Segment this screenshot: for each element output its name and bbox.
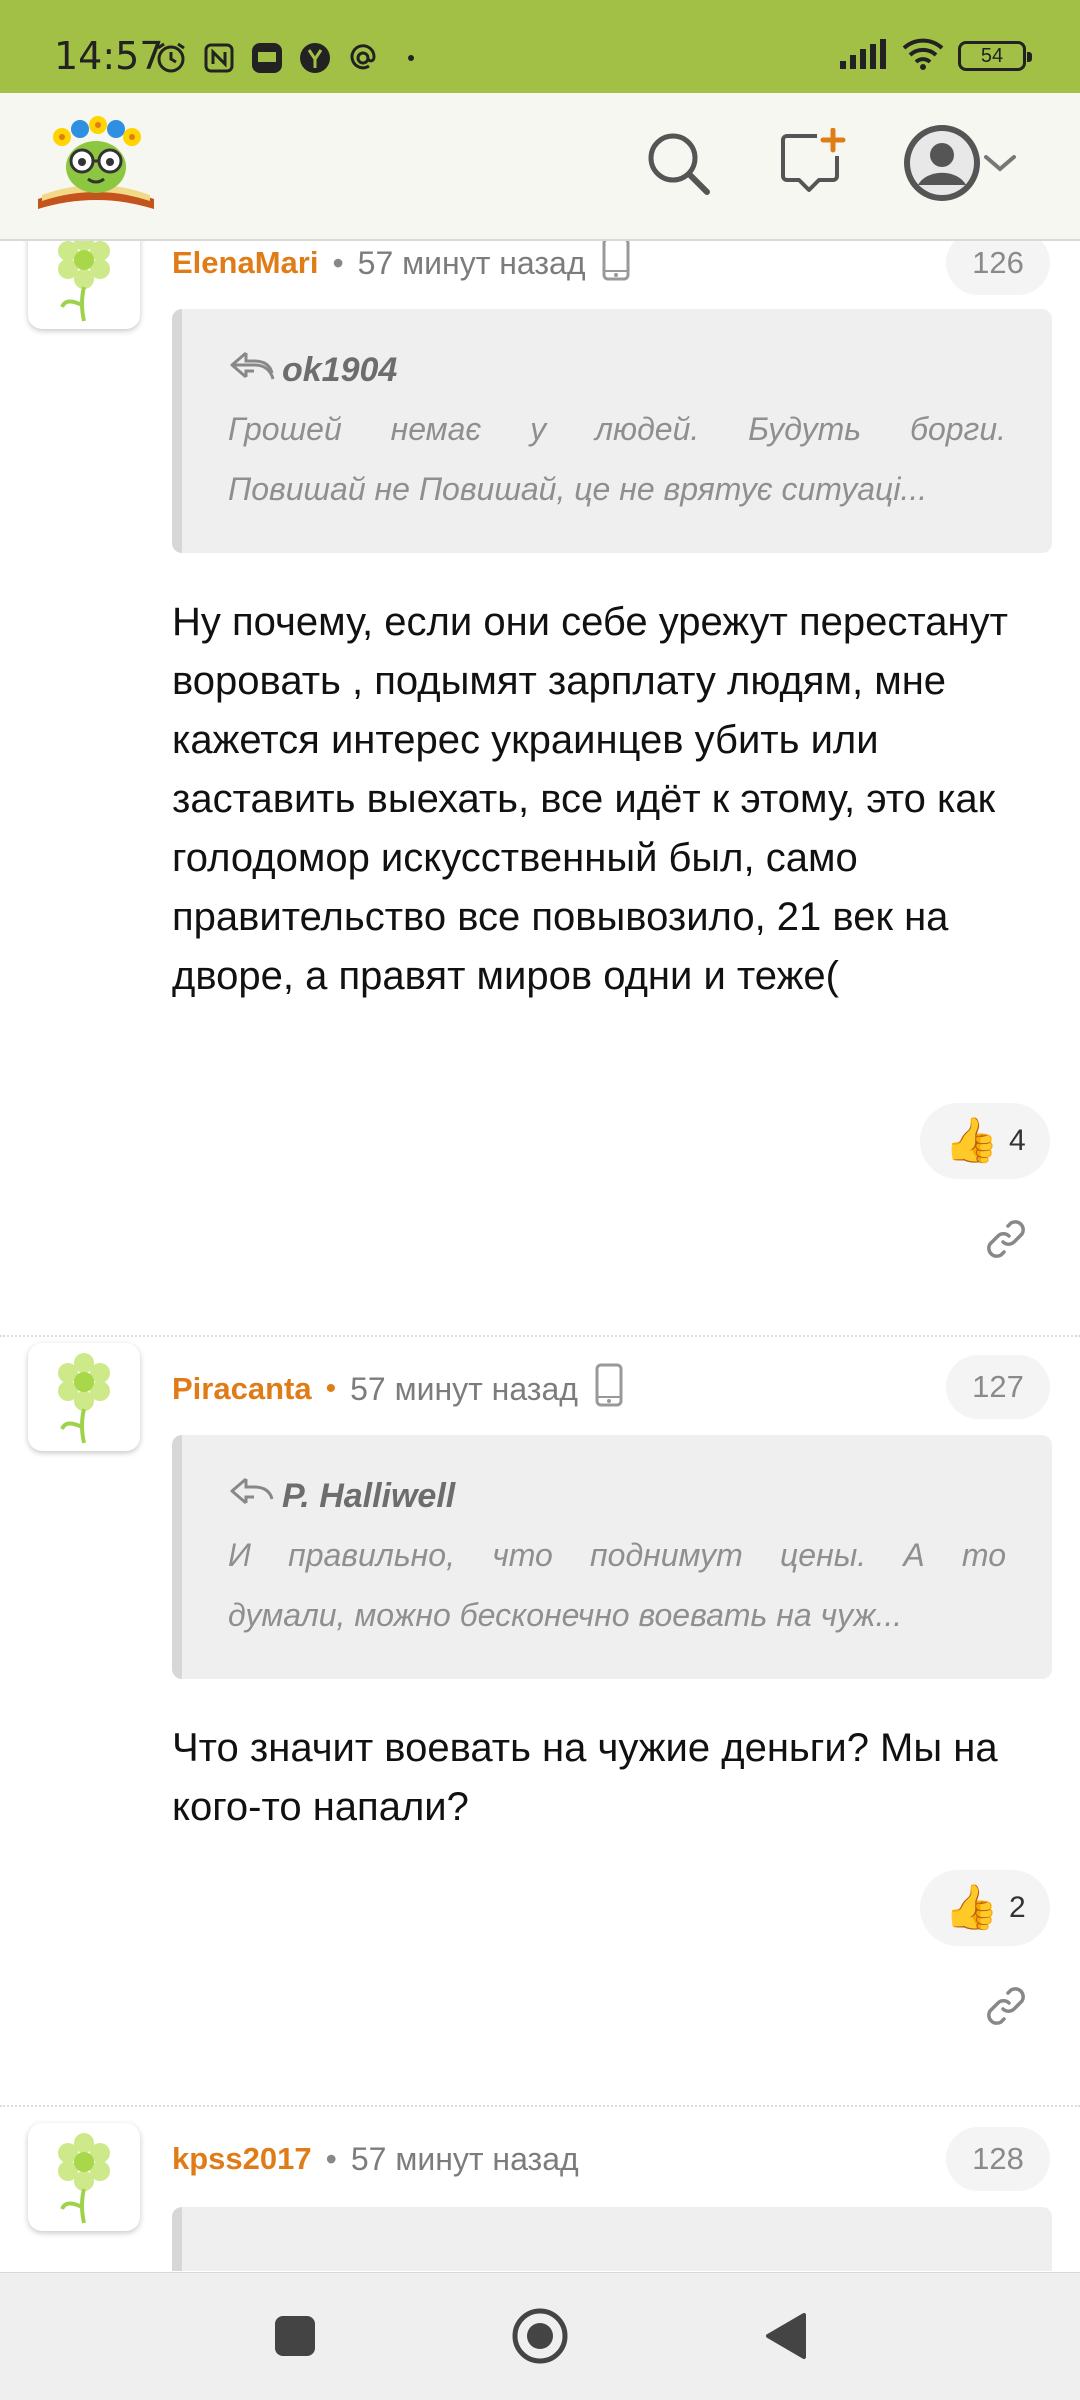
comment-time: 57 минут назад bbox=[357, 244, 586, 281]
new-message-icon bbox=[777, 127, 847, 203]
quote-text: Грошей немає у людей. Будуть борги. Пови… bbox=[228, 399, 1006, 519]
status-icons-right: 54 bbox=[840, 36, 1032, 76]
battery-indicator: 54 bbox=[958, 41, 1032, 71]
separator-dot: • bbox=[332, 244, 344, 281]
comment-meta: kpss2017 • 57 минут назад bbox=[172, 2137, 579, 2181]
quote-text: И правильно, что поднимут цены. А то дум… bbox=[228, 1525, 1006, 1645]
comment-meta: ElenaMari • 57 минут назад bbox=[172, 241, 631, 285]
status-time: 14:57 bbox=[54, 34, 164, 78]
square-icon bbox=[273, 2314, 317, 2363]
quote-block[interactable] bbox=[172, 2207, 1052, 2271]
mobile-phone-icon bbox=[601, 241, 631, 289]
reply-arrow-icon bbox=[228, 1475, 282, 1518]
quote-text-line: И правильно, что поднимут цены. А то bbox=[228, 1537, 1006, 1573]
alarm-icon bbox=[154, 41, 188, 75]
search-button[interactable] bbox=[636, 123, 720, 207]
quote-author: ok1904 bbox=[228, 345, 1006, 395]
avatar[interactable] bbox=[28, 241, 140, 329]
recent-apps-button[interactable] bbox=[260, 2303, 330, 2373]
new-message-button[interactable] bbox=[770, 123, 854, 207]
wifi-icon bbox=[902, 38, 944, 75]
reader-bookworm-logo[interactable] bbox=[34, 109, 158, 221]
status-icons-left bbox=[154, 40, 428, 76]
like-button[interactable]: 👍 4 bbox=[920, 1103, 1050, 1179]
mobile-phone-icon bbox=[594, 1363, 624, 1415]
nfc-icon bbox=[202, 41, 236, 75]
quote-text-line: Грошей немає у людей. Будуть борги. bbox=[228, 411, 1006, 447]
link-icon bbox=[983, 1216, 1029, 1267]
quote-author-name: P. Halliwell bbox=[282, 1476, 456, 1515]
avatar[interactable] bbox=[28, 1343, 140, 1451]
status-bar: 14:57 54 bbox=[0, 0, 1080, 93]
thumbs-up-icon: 👍 bbox=[944, 1883, 1000, 1932]
comment-link-button[interactable] bbox=[978, 1213, 1034, 1269]
reply-arrow-icon bbox=[228, 349, 282, 392]
separator-dot: • bbox=[325, 2140, 337, 2177]
comment-author[interactable]: Piracanta bbox=[172, 1371, 312, 1407]
link-icon bbox=[983, 1983, 1029, 2034]
home-circle-icon bbox=[510, 2306, 570, 2371]
battery-level: 54 bbox=[980, 44, 1004, 67]
quote-block[interactable]: ok1904 Грошей немає у людей. Будуть борг… bbox=[172, 309, 1052, 553]
signal-icon bbox=[840, 38, 888, 74]
search-icon bbox=[643, 128, 713, 203]
comment-text: Что значит воевать на чужие деньги? Мы н… bbox=[172, 1726, 998, 1829]
dot-icon bbox=[394, 41, 428, 75]
app-header bbox=[0, 93, 1080, 241]
comments-feed[interactable]: ElenaMari • 57 минут назад 126 ok1904 Гр… bbox=[0, 241, 1080, 2271]
flower-avatar-icon bbox=[58, 241, 110, 322]
comment-number-badge[interactable]: 126 bbox=[946, 241, 1050, 295]
like-count: 2 bbox=[1009, 1891, 1026, 1924]
quote-text-line: Повишай не Повишай, це не врятує ситуаці… bbox=[228, 471, 928, 507]
quote-text-line: думали, можно бесконечно воевать на чуж.… bbox=[228, 1597, 903, 1633]
avatar[interactable] bbox=[28, 2123, 140, 2231]
user-menu-button[interactable] bbox=[900, 123, 1020, 207]
home-button[interactable] bbox=[505, 2303, 575, 2373]
comment-divider bbox=[0, 2105, 1080, 2107]
comment-time: 57 минут назад bbox=[350, 1370, 578, 1407]
quote-author: P. Halliwell bbox=[228, 1471, 1006, 1521]
comment-text: Ну почему, если они себе урежут перестан… bbox=[172, 600, 1008, 998]
like-button[interactable]: 👍 2 bbox=[920, 1870, 1050, 1946]
flower-avatar-icon bbox=[58, 2133, 110, 2224]
like-count: 4 bbox=[1009, 1124, 1026, 1157]
ad-blocker-icon bbox=[250, 41, 284, 75]
comment-author[interactable]: ElenaMari bbox=[172, 245, 318, 281]
flower-avatar-icon bbox=[58, 1353, 110, 1444]
separator-dot: • bbox=[325, 1372, 337, 1405]
comment-link-button[interactable] bbox=[978, 1980, 1034, 2036]
yandex-icon bbox=[298, 41, 332, 75]
back-button[interactable] bbox=[750, 2303, 820, 2373]
comment-divider bbox=[0, 1335, 1080, 1337]
thumbs-up-icon: 👍 bbox=[944, 1116, 1000, 1165]
system-navigation-bar bbox=[0, 2272, 1080, 2400]
user-avatar-icon bbox=[902, 123, 982, 208]
comment-meta: Piracanta • 57 минут назад bbox=[172, 1363, 624, 1411]
comment-number-badge[interactable]: 127 bbox=[946, 1355, 1050, 1419]
back-triangle-icon bbox=[762, 2311, 808, 2366]
chevron-down-icon bbox=[982, 151, 1018, 180]
comment-author[interactable]: kpss2017 bbox=[172, 2141, 312, 2177]
comment-time: 57 минут назад bbox=[350, 2140, 579, 2177]
quote-author-name: ok1904 bbox=[282, 350, 398, 389]
comment-number-badge[interactable]: 128 bbox=[946, 2127, 1050, 2191]
quote-block[interactable]: P. Halliwell И правильно, что поднимут ц… bbox=[172, 1435, 1052, 1679]
at-icon bbox=[346, 41, 380, 75]
